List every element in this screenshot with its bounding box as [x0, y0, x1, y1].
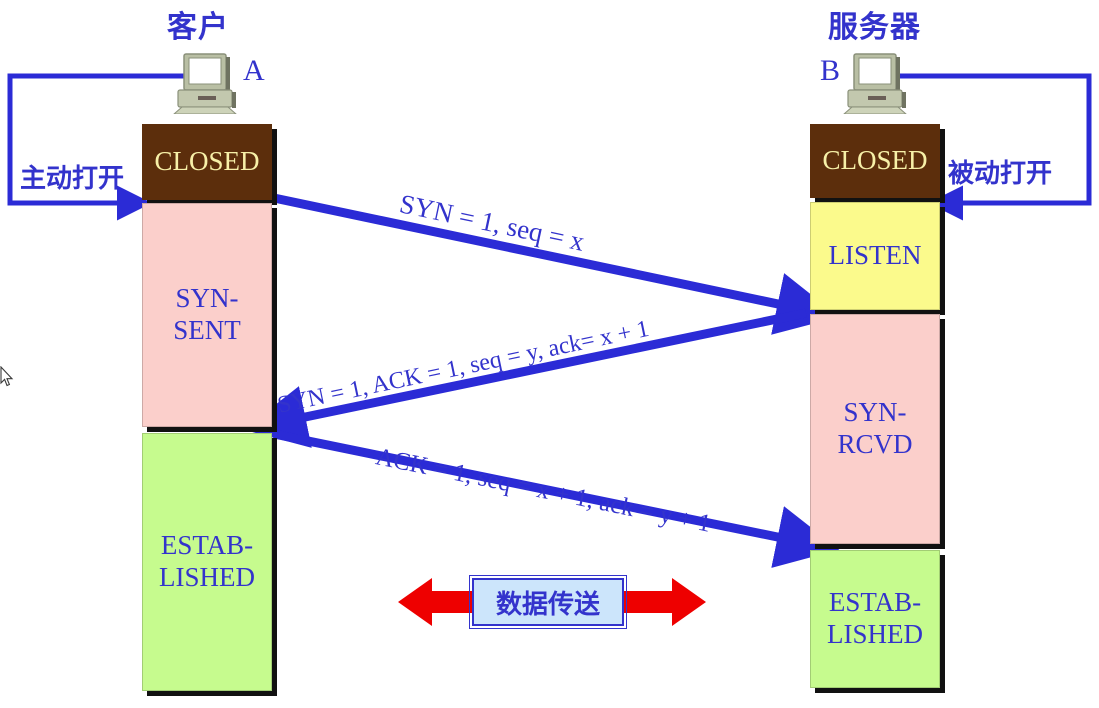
host-b-letter: B: [820, 54, 841, 87]
server-state-syn-rcvd-line2: RCVD: [837, 429, 913, 459]
server-state-listen-line1: LISTEN: [828, 240, 922, 271]
server-state-listen: LISTEN: [810, 202, 940, 310]
server-state-syn-rcvd-line1: SYN-: [843, 397, 907, 428]
host-a-letter: A: [243, 54, 265, 87]
server-state-syn-rcvd: SYN- RCVD: [810, 314, 940, 544]
message-label-ack: ACK = 1, seq = x + 1, ack = y + 1: [373, 443, 714, 538]
client-state-closed-line1: CLOSED: [154, 146, 260, 177]
server-state-closed-line1: CLOSED: [822, 145, 928, 176]
tcp-three-way-handshake-diagram: 客户 服务器 A B 主动打开 被动打开 CLOSED SYN- SENT ES…: [0, 0, 1099, 708]
mouse-cursor: [0, 365, 14, 388]
client-state-established-line1: ESTAB-: [160, 530, 254, 561]
server-state-established-line2: LISHED: [827, 619, 923, 649]
client-state-closed: CLOSED: [142, 124, 272, 200]
server-title: 服务器: [828, 10, 921, 45]
server-state-closed: CLOSED: [810, 124, 940, 198]
data-transfer-label: 数据传送: [469, 575, 627, 629]
client-state-syn-sent: SYN- SENT: [142, 203, 272, 427]
server-state-established-line1: ESTAB-: [828, 587, 922, 618]
passive-open-label: 被动打开: [948, 159, 1053, 189]
arrow-syn-ack: [243, 308, 807, 448]
client-state-established: ESTAB- LISHED: [142, 433, 272, 691]
client-state-syn-sent-line2: SENT: [173, 315, 241, 345]
arrow-syn: [273, 193, 840, 335]
active-open-label: 主动打开: [20, 164, 125, 194]
data-transfer-band: 数据传送: [398, 575, 698, 629]
client-title: 客户: [167, 10, 229, 45]
message-label-syn: SYN = 1, seq = x: [396, 188, 588, 257]
message-label-syn-ack: SYN = 1, ACK = 1, seq = y, ack= x + 1: [275, 315, 652, 419]
server-computer-icon: [838, 52, 916, 115]
server-state-established: ESTAB- LISHED: [810, 550, 940, 688]
client-computer-icon: [168, 52, 246, 115]
client-state-established-line2: LISHED: [159, 562, 255, 592]
client-state-syn-sent-line1: SYN-: [175, 283, 239, 314]
